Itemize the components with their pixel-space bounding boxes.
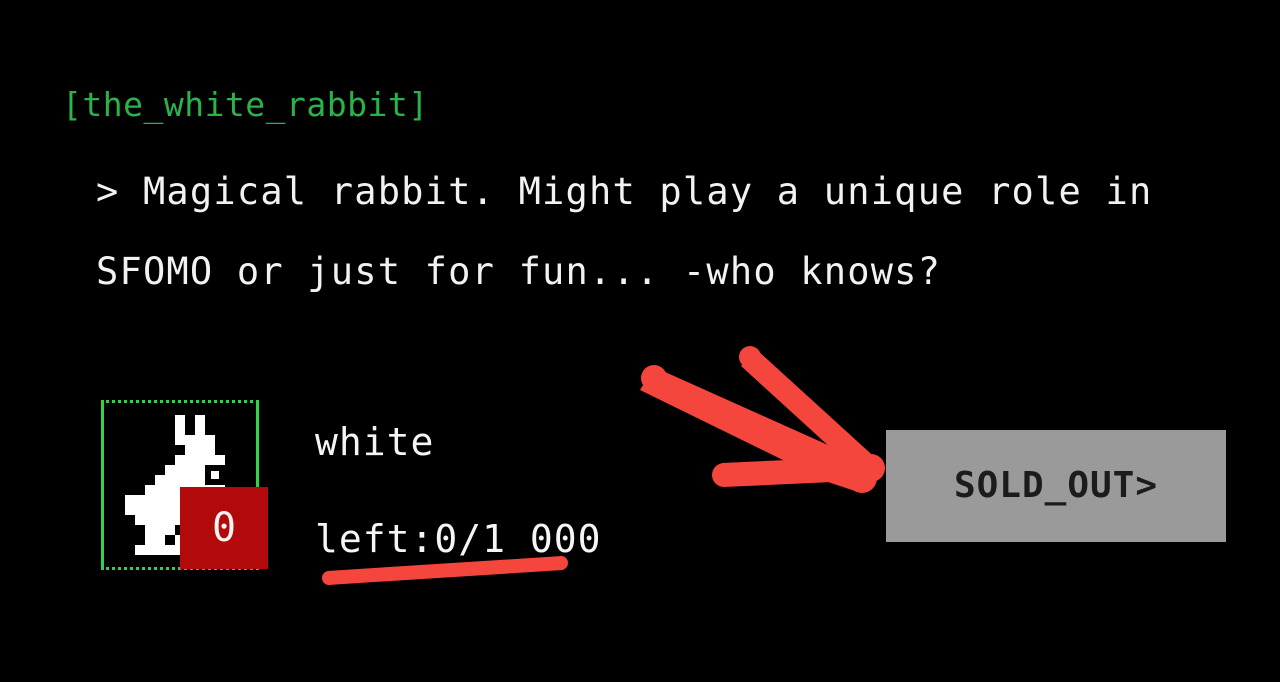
card-description: > Magical rabbit. Might play a unique ro… <box>96 170 1176 293</box>
page-title: [the_white_rabbit] <box>62 85 429 124</box>
arrow-pointing-to-sold-out-button <box>640 346 885 493</box>
stock-status-label: left:0/1 000 <box>315 517 602 561</box>
rabbit-eye-icon <box>205 465 225 485</box>
item-name-label: white <box>315 420 435 464</box>
count-badge: 0 <box>180 487 268 569</box>
rabbit-nft-card-screen: [the_white_rabbit] > Magical rabbit. Mig… <box>0 0 1280 682</box>
sold-out-button[interactable]: SOLD_OUT> <box>886 430 1226 542</box>
